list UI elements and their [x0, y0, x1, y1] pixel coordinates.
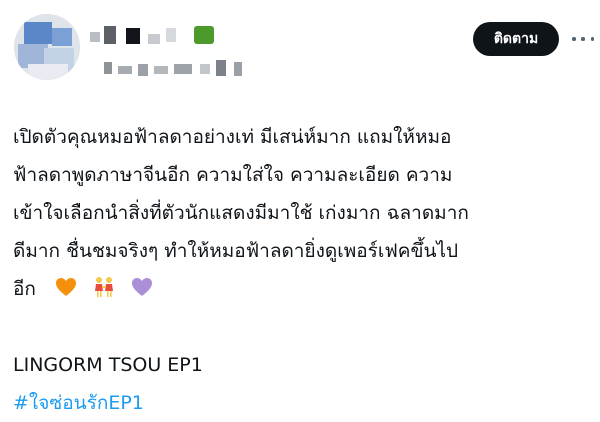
user-handle[interactable]	[104, 58, 274, 78]
tweet-card: ติดตาม เปิดตัวคุณหมอฟ้าลดาอย่างเท่ มีเสน…	[0, 0, 600, 414]
two-women-holding-hands-icon	[95, 277, 114, 297]
orange-heart-icon	[56, 278, 77, 296]
avatar[interactable]	[14, 14, 80, 80]
follow-button[interactable]: ติดตาม	[473, 22, 559, 56]
hashtag-link[interactable]: #ใจซ่อนรักEP1	[13, 384, 593, 422]
tweet-line-text: อีก	[13, 278, 36, 300]
purple-heart-icon	[132, 278, 153, 296]
tweet-line: ฟ้าลดาพูดภาษาจีนอีก ความใส่ใจ ความละเอีย…	[13, 164, 453, 186]
more-options-icon[interactable]	[572, 28, 594, 50]
tweet-line: เข้าใจเลือกนำสิ่งที่ตัวนักแสดงมีมาใช้ เก…	[13, 202, 469, 224]
tweet-line: ดีมาก ชื่นชมจริงๆ ทำให้หมอฟ้าลดายิ่งดูเพ…	[13, 240, 459, 262]
tweet-line: เปิดตัวคุณหมอฟ้าลดาอย่างเท่ มีเสน่ห์มาก …	[13, 126, 452, 148]
tweet-title-line: LINGORM TSOU EP1	[13, 354, 203, 376]
gift-icon	[194, 26, 214, 44]
display-name[interactable]	[90, 24, 270, 46]
tweet-text: เปิดตัวคุณหมอฟ้าลดาอย่างเท่ มีเสน่ห์มาก …	[13, 118, 593, 422]
tweet-line-last: อีก	[13, 270, 593, 308]
